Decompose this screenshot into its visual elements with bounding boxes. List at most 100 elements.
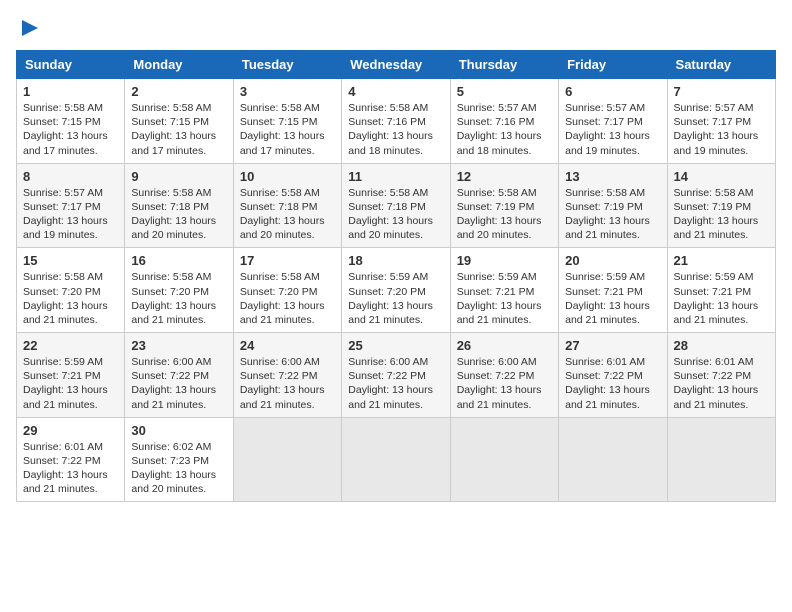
cell-info: Sunrise: 5:58 AMSunset: 7:19 PMDaylight:… bbox=[674, 186, 769, 243]
day-number: 22 bbox=[23, 338, 118, 353]
day-number: 12 bbox=[457, 169, 552, 184]
calendar-cell: 26 Sunrise: 6:00 AMSunset: 7:22 PMDayligh… bbox=[450, 333, 558, 418]
calendar-cell: 17 Sunrise: 5:58 AMSunset: 7:20 PMDayligh… bbox=[233, 248, 341, 333]
cell-info: Sunrise: 6:01 AMSunset: 7:22 PMDaylight:… bbox=[674, 355, 769, 412]
day-number: 16 bbox=[131, 253, 226, 268]
cell-info: Sunrise: 5:58 AMSunset: 7:18 PMDaylight:… bbox=[240, 186, 335, 243]
cell-info: Sunrise: 6:02 AMSunset: 7:23 PMDaylight:… bbox=[131, 440, 226, 497]
cell-info: Sunrise: 5:58 AMSunset: 7:19 PMDaylight:… bbox=[457, 186, 552, 243]
cell-info: Sunrise: 5:57 AMSunset: 7:17 PMDaylight:… bbox=[23, 186, 118, 243]
cell-info: Sunrise: 5:57 AMSunset: 7:17 PMDaylight:… bbox=[565, 101, 660, 158]
logo-icon bbox=[18, 16, 42, 40]
calendar-cell: 21 Sunrise: 5:59 AMSunset: 7:21 PMDayligh… bbox=[667, 248, 775, 333]
calendar-cell: 23 Sunrise: 6:00 AMSunset: 7:22 PMDayligh… bbox=[125, 333, 233, 418]
cell-info: Sunrise: 6:00 AMSunset: 7:22 PMDaylight:… bbox=[240, 355, 335, 412]
weekday-header: Thursday bbox=[450, 51, 558, 79]
day-number: 3 bbox=[240, 84, 335, 99]
cell-info: Sunrise: 5:58 AMSunset: 7:15 PMDaylight:… bbox=[131, 101, 226, 158]
day-number: 4 bbox=[348, 84, 443, 99]
day-number: 20 bbox=[565, 253, 660, 268]
calendar-cell: 11Sunrise: 5:58 AMSunset: 7:18 PMDayligh… bbox=[342, 163, 450, 248]
day-number: 11 bbox=[348, 169, 443, 184]
calendar-week-row: 1 Sunrise: 5:58 AMSunset: 7:15 PMDaylight… bbox=[17, 79, 776, 164]
day-number: 7 bbox=[674, 84, 769, 99]
cell-info: Sunrise: 6:01 AMSunset: 7:22 PMDaylight:… bbox=[23, 440, 118, 497]
calendar-cell: 3 Sunrise: 5:58 AMSunset: 7:15 PMDaylight… bbox=[233, 79, 341, 164]
day-number: 1 bbox=[23, 84, 118, 99]
day-number: 26 bbox=[457, 338, 552, 353]
day-number: 9 bbox=[131, 169, 226, 184]
calendar-cell: 10 Sunrise: 5:58 AMSunset: 7:18 PMDayligh… bbox=[233, 163, 341, 248]
day-number: 5 bbox=[457, 84, 552, 99]
day-number: 27 bbox=[565, 338, 660, 353]
day-number: 21 bbox=[674, 253, 769, 268]
cell-info: Sunrise: 5:58 AMSunset: 7:18 PMDaylight:… bbox=[131, 186, 226, 243]
calendar-cell: 7 Sunrise: 5:57 AMSunset: 7:17 PMDaylight… bbox=[667, 79, 775, 164]
cell-info: Sunrise: 5:59 AMSunset: 7:21 PMDaylight:… bbox=[565, 270, 660, 327]
calendar-cell: 22 Sunrise: 5:59 AMSunset: 7:21 PMDayligh… bbox=[17, 333, 125, 418]
cell-info: Sunrise: 5:59 AMSunset: 7:21 PMDaylight:… bbox=[457, 270, 552, 327]
calendar-cell: 27 Sunrise: 6:01 AMSunset: 7:22 PMDayligh… bbox=[559, 333, 667, 418]
cell-info: Sunrise: 5:58 AMSunset: 7:15 PMDaylight:… bbox=[240, 101, 335, 158]
calendar-cell: 16 Sunrise: 5:58 AMSunset: 7:20 PMDayligh… bbox=[125, 248, 233, 333]
day-number: 19 bbox=[457, 253, 552, 268]
weekday-header: Sunday bbox=[17, 51, 125, 79]
cell-info: Sunrise: 5:58 AMSunset: 7:20 PMDaylight:… bbox=[131, 270, 226, 327]
cell-info: Sunrise: 6:01 AMSunset: 7:22 PMDaylight:… bbox=[565, 355, 660, 412]
cell-info: Sunrise: 5:57 AMSunset: 7:17 PMDaylight:… bbox=[674, 101, 769, 158]
day-number: 25 bbox=[348, 338, 443, 353]
logo bbox=[16, 16, 42, 40]
calendar-cell: 6 Sunrise: 5:57 AMSunset: 7:17 PMDaylight… bbox=[559, 79, 667, 164]
calendar-cell: 5 Sunrise: 5:57 AMSunset: 7:16 PMDaylight… bbox=[450, 79, 558, 164]
cell-info: Sunrise: 5:57 AMSunset: 7:16 PMDaylight:… bbox=[457, 101, 552, 158]
calendar-cell: 18 Sunrise: 5:59 AMSunset: 7:20 PMDayligh… bbox=[342, 248, 450, 333]
calendar-cell: 14 Sunrise: 5:58 AMSunset: 7:19 PMDayligh… bbox=[667, 163, 775, 248]
day-number: 24 bbox=[240, 338, 335, 353]
day-number: 17 bbox=[240, 253, 335, 268]
calendar-week-row: 22 Sunrise: 5:59 AMSunset: 7:21 PMDayligh… bbox=[17, 333, 776, 418]
cell-info: Sunrise: 5:58 AMSunset: 7:19 PMDaylight:… bbox=[565, 186, 660, 243]
calendar-cell: 8Sunrise: 5:57 AMSunset: 7:17 PMDaylight… bbox=[17, 163, 125, 248]
day-number: 30 bbox=[131, 423, 226, 438]
weekday-header: Saturday bbox=[667, 51, 775, 79]
calendar-cell: 19 Sunrise: 5:59 AMSunset: 7:21 PMDayligh… bbox=[450, 248, 558, 333]
cell-info: Sunrise: 5:59 AMSunset: 7:21 PMDaylight:… bbox=[23, 355, 118, 412]
calendar-cell: 12 Sunrise: 5:58 AMSunset: 7:19 PMDayligh… bbox=[450, 163, 558, 248]
calendar-cell: 9 Sunrise: 5:58 AMSunset: 7:18 PMDaylight… bbox=[125, 163, 233, 248]
cell-info: Sunrise: 5:58 AMSunset: 7:16 PMDaylight:… bbox=[348, 101, 443, 158]
day-number: 28 bbox=[674, 338, 769, 353]
calendar-cell bbox=[667, 417, 775, 502]
calendar-cell: 4 Sunrise: 5:58 AMSunset: 7:16 PMDaylight… bbox=[342, 79, 450, 164]
calendar-cell: 13Sunrise: 5:58 AMSunset: 7:19 PMDayligh… bbox=[559, 163, 667, 248]
cell-info: Sunrise: 5:59 AMSunset: 7:21 PMDaylight:… bbox=[674, 270, 769, 327]
calendar-cell: 30 Sunrise: 6:02 AMSunset: 7:23 PMDayligh… bbox=[125, 417, 233, 502]
calendar-cell: 1 Sunrise: 5:58 AMSunset: 7:15 PMDaylight… bbox=[17, 79, 125, 164]
cell-info: Sunrise: 5:59 AMSunset: 7:20 PMDaylight:… bbox=[348, 270, 443, 327]
day-number: 10 bbox=[240, 169, 335, 184]
calendar-cell bbox=[233, 417, 341, 502]
calendar-cell: 2Sunrise: 5:58 AMSunset: 7:15 PMDaylight… bbox=[125, 79, 233, 164]
day-number: 23 bbox=[131, 338, 226, 353]
calendar-cell: 25 Sunrise: 6:00 AMSunset: 7:22 PMDayligh… bbox=[342, 333, 450, 418]
weekday-header: Monday bbox=[125, 51, 233, 79]
calendar-cell: 29 Sunrise: 6:01 AMSunset: 7:22 PMDayligh… bbox=[17, 417, 125, 502]
day-number: 14 bbox=[674, 169, 769, 184]
weekday-header: Wednesday bbox=[342, 51, 450, 79]
cell-info: Sunrise: 5:58 AMSunset: 7:20 PMDaylight:… bbox=[23, 270, 118, 327]
cell-info: Sunrise: 6:00 AMSunset: 7:22 PMDaylight:… bbox=[131, 355, 226, 412]
weekday-header: Friday bbox=[559, 51, 667, 79]
day-number: 6 bbox=[565, 84, 660, 99]
cell-info: Sunrise: 5:58 AMSunset: 7:20 PMDaylight:… bbox=[240, 270, 335, 327]
calendar-week-row: 29 Sunrise: 6:01 AMSunset: 7:22 PMDayligh… bbox=[17, 417, 776, 502]
calendar-cell bbox=[342, 417, 450, 502]
cell-info: Sunrise: 5:58 AMSunset: 7:15 PMDaylight:… bbox=[23, 101, 118, 158]
calendar-cell bbox=[450, 417, 558, 502]
day-number: 29 bbox=[23, 423, 118, 438]
day-number: 18 bbox=[348, 253, 443, 268]
calendar-week-row: 15Sunrise: 5:58 AMSunset: 7:20 PMDayligh… bbox=[17, 248, 776, 333]
cell-info: Sunrise: 6:00 AMSunset: 7:22 PMDaylight:… bbox=[348, 355, 443, 412]
calendar-header-row: SundayMondayTuesdayWednesdayThursdayFrid… bbox=[17, 51, 776, 79]
cell-info: Sunrise: 6:00 AMSunset: 7:22 PMDaylight:… bbox=[457, 355, 552, 412]
calendar-week-row: 8Sunrise: 5:57 AMSunset: 7:17 PMDaylight… bbox=[17, 163, 776, 248]
calendar-cell: 20 Sunrise: 5:59 AMSunset: 7:21 PMDayligh… bbox=[559, 248, 667, 333]
